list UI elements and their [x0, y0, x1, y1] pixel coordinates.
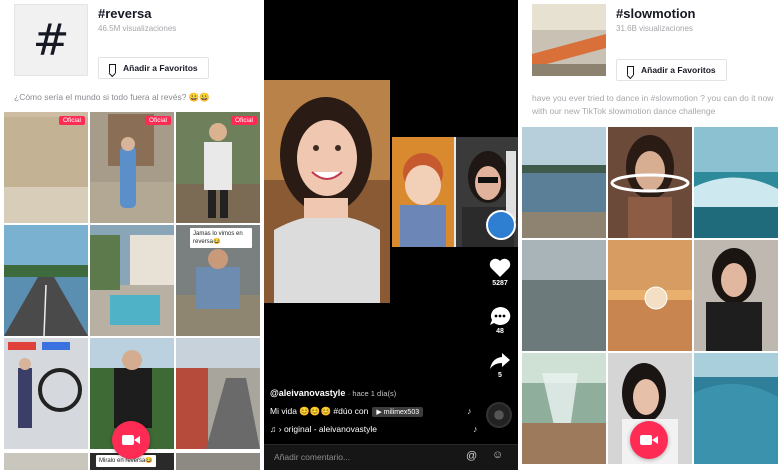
comment-input[interactable]: Añadir comentario...: [274, 452, 350, 462]
bookmark-icon: [627, 65, 634, 75]
slowmotion-hashtag-screen: #slowmotion 31.6B visualizaciones Añadir…: [520, 0, 780, 470]
add-favorites-label: Añadir a Favoritos: [123, 63, 198, 73]
duo-user-chip[interactable]: ▶ milimex503: [372, 406, 424, 417]
thumbnail-image: [4, 338, 88, 449]
hashtag-views: 46.5M visualizaciones: [98, 24, 177, 33]
music-note-icon: ♫: [270, 424, 277, 434]
music-note-icon: ♪: [467, 406, 472, 416]
official-badge: Oficial: [58, 116, 85, 125]
thumbnail-image: [694, 127, 778, 238]
video-thumbnail[interactable]: [522, 353, 606, 464]
camera-icon: [122, 435, 140, 445]
sound-info[interactable]: ♫ › original - aleivanovastyle: [270, 424, 377, 434]
hashtag-cover: [532, 4, 606, 76]
video-frame: [392, 137, 518, 247]
hashtag-title: #slowmotion: [616, 6, 696, 21]
comment-action[interactable]: 48: [486, 306, 514, 335]
add-favorites-button[interactable]: Añadir a Favoritos: [616, 59, 727, 81]
cover-image: [532, 4, 606, 76]
comment-count: 48: [496, 328, 504, 335]
video-grid: [522, 127, 778, 464]
video-grid: Oficial Oficial Oficial Jamas lo vimos e…: [4, 112, 260, 449]
record-video-button[interactable]: [112, 421, 150, 459]
hashtag-views: 31.6B visualizaciones: [616, 24, 693, 33]
official-badge: Oficial: [144, 116, 171, 125]
bookmark-icon: [109, 63, 116, 73]
thumbnail-image: [694, 353, 778, 464]
camera-icon: [640, 435, 658, 445]
share-icon: [490, 353, 510, 369]
like-count: 5287: [492, 280, 508, 287]
post-time: · hace 1 día(s): [347, 389, 397, 398]
reversa-hashtag-screen: # #reversa 46.5M visualizaciones Añadir …: [0, 0, 262, 470]
share-count: 5: [498, 372, 502, 379]
emoji-icon[interactable]: ☺: [492, 449, 503, 461]
sound-disc-icon[interactable]: [486, 402, 512, 428]
thumbnail-image: [176, 338, 260, 449]
hashtag-title: #reversa: [98, 6, 152, 21]
add-favorites-button[interactable]: Añadir a Favoritos: [98, 57, 209, 79]
video-caption: Mi vida 😊😊😊 #dúo con ▶ milimex503: [270, 406, 424, 417]
music-note-icon: ♪: [473, 424, 478, 434]
video-thumbnail[interactable]: Jamas lo vimos en reversa😂: [176, 225, 260, 336]
hashtag-description: ¿Cómo sería el mundo si todo fuera al re…: [14, 92, 210, 102]
thumbnail-image: [90, 225, 174, 336]
thumbnail-image: [90, 112, 174, 223]
share-action[interactable]: 5: [486, 352, 514, 379]
add-favorites-label: Añadir a Favoritos: [641, 65, 716, 75]
thumbnail-image: [522, 353, 606, 464]
video-thumbnail[interactable]: [4, 338, 88, 449]
video-caption: Jamas lo vimos en reversa😂: [190, 228, 252, 248]
video-thumbnail[interactable]: [694, 240, 778, 351]
video-thumbnail[interactable]: [522, 240, 606, 351]
video-thumbnail[interactable]: [522, 127, 606, 238]
record-video-button[interactable]: [630, 421, 668, 459]
hashtag-icon: #: [32, 14, 70, 66]
video-thumbnail[interactable]: [90, 225, 174, 336]
hashtag-description: have you ever tried to dance in #slowmot…: [532, 93, 774, 116]
video-thumbnail[interactable]: Oficial: [90, 112, 174, 223]
duo-video[interactable]: [392, 137, 518, 247]
thumbnail-image: [4, 225, 88, 336]
thumbnail-image: [176, 112, 260, 223]
mention-icon[interactable]: @: [466, 450, 477, 462]
comment-bar: Añadir comentario... @ ☺: [264, 444, 518, 470]
heart-icon: [489, 258, 511, 277]
video-player-screen: 5287 48 5 @aleivanovastyle · hace 1 día(…: [264, 0, 518, 470]
thumbnail-image: [522, 240, 606, 351]
like-action[interactable]: 5287: [486, 258, 514, 287]
video-thumbnail[interactable]: [694, 353, 778, 464]
video-frame: [264, 80, 390, 303]
video-thumbnail[interactable]: [694, 127, 778, 238]
video-thumbnail[interactable]: Oficial: [4, 112, 88, 223]
official-badge: Oficial: [230, 116, 257, 125]
thumbnail-image: [4, 112, 88, 223]
video-thumbnail[interactable]: [176, 453, 260, 470]
author-handle[interactable]: @aleivanovastyle: [270, 388, 345, 398]
thumbnail-image: [522, 127, 606, 238]
video-thumbnail[interactable]: [176, 338, 260, 449]
thumbnail-image: [608, 127, 692, 238]
video-thumbnail[interactable]: [4, 453, 88, 470]
video-author[interactable]: @aleivanovastyle · hace 1 día(s): [270, 388, 396, 398]
video-thumbnail[interactable]: [608, 240, 692, 351]
video-thumbnail[interactable]: [608, 127, 692, 238]
hashtag-cover: #: [14, 4, 88, 76]
thumbnail-image: [608, 240, 692, 351]
caption-text: Mi vida 😊😊😊 #dúo con: [270, 406, 369, 416]
sound-name: › original - aleivanovastyle: [278, 424, 378, 434]
comment-icon: [490, 306, 511, 325]
main-video[interactable]: [264, 80, 390, 303]
thumbnail-image: [694, 240, 778, 351]
video-thumbnail[interactable]: [4, 225, 88, 336]
video-thumbnail[interactable]: Oficial: [176, 112, 260, 223]
